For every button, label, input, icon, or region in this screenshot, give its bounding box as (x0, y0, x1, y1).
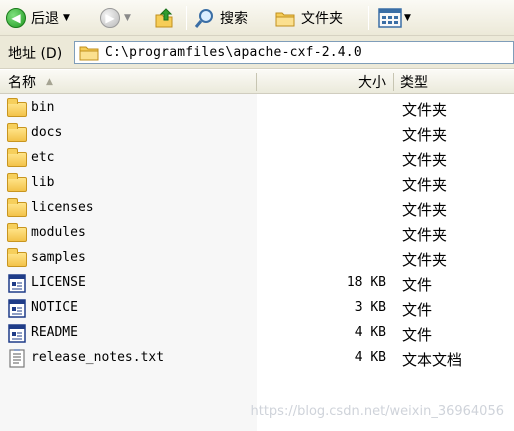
list-item[interactable]: NOTICE 3 KB 文件 (0, 296, 514, 321)
column-header-type-label: 类型 (400, 74, 428, 91)
file-type: 文件夹 (402, 251, 448, 269)
column-header-name[interactable]: 名称 ▲ (8, 70, 256, 93)
folders-label: 文件夹 (301, 11, 343, 27)
toolbar-separator (186, 6, 187, 30)
file-type: 文件夹 (402, 151, 448, 169)
list-item[interactable]: release_notes.txt 4 KB 文本文档 (0, 346, 514, 371)
column-divider[interactable] (256, 73, 257, 91)
back-arrow-icon: ◀ (6, 8, 26, 28)
column-header-size-label: 大小 (358, 74, 386, 91)
file-type: 文件夹 (402, 126, 448, 144)
views-dropdown-icon[interactable]: ▼ (404, 13, 411, 23)
file-name: README (31, 325, 78, 340)
list-item[interactable]: etc 文件夹 (0, 146, 514, 171)
list-item[interactable]: LICENSE 18 KB 文件 (0, 271, 514, 296)
column-header-type[interactable]: 类型 (400, 70, 514, 93)
file-icon (8, 324, 26, 343)
folder-icon (275, 12, 295, 27)
column-divider[interactable] (393, 73, 394, 91)
file-type: 文件夹 (402, 201, 448, 219)
address-path: C:\programfiles\apache-cxf-2.4.0 (105, 45, 362, 60)
file-name: etc (31, 150, 55, 165)
folder-icon (6, 198, 28, 218)
file-type: 文本文档 (402, 351, 463, 369)
folder-icon (6, 173, 28, 193)
forward-dropdown-icon[interactable]: ▼ (124, 13, 131, 23)
file-type: 文件 (402, 326, 433, 344)
search-label: 搜索 (220, 11, 248, 27)
list-item[interactable]: licenses 文件夹 (0, 196, 514, 221)
views-button[interactable]: ▼ (378, 5, 411, 31)
address-bar: 地址 (D) C:\programfiles\apache-cxf-2.4.0 (0, 36, 514, 69)
list-item[interactable]: docs 文件夹 (0, 121, 514, 146)
file-name: release_notes.txt (31, 350, 165, 365)
file-icon (8, 299, 26, 318)
file-type: 文件 (402, 301, 433, 319)
file-name: samples (31, 250, 86, 265)
folder-icon (6, 223, 28, 243)
file-size: 4 KB (354, 325, 386, 340)
file-name: modules (31, 225, 86, 240)
column-header-name-label: 名称 (8, 74, 36, 91)
forward-arrow-icon: ▶ (100, 8, 120, 28)
list-item[interactable]: lib 文件夹 (0, 171, 514, 196)
folders-button[interactable]: 文件夹 (274, 5, 343, 31)
column-header-size[interactable]: 大小 (258, 70, 392, 93)
file-name: NOTICE (31, 300, 78, 315)
sort-ascending-icon: ▲ (46, 76, 53, 87)
back-button[interactable]: ◀ 后退 ▼ (6, 5, 70, 31)
file-type: 文件夹 (402, 101, 448, 119)
toolbar: ◀ 后退 ▼ ▶ ▼ 搜索 文件夹 ▼ (0, 0, 514, 36)
file-name: lib (31, 175, 55, 190)
up-folder-button[interactable] (152, 5, 176, 31)
address-label: 地址 (D) (8, 46, 63, 62)
file-icon (8, 274, 26, 293)
file-name: bin (31, 100, 55, 115)
folder-icon (6, 123, 28, 143)
address-input[interactable]: C:\programfiles\apache-cxf-2.4.0 (74, 41, 514, 64)
file-name: licenses (31, 200, 94, 215)
file-size: 4 KB (354, 350, 386, 365)
file-type: 文件 (402, 276, 433, 294)
search-button[interactable]: 搜索 (194, 5, 248, 31)
file-type: 文件夹 (402, 226, 448, 244)
watermark: https://blog.csdn.net/weixin_36964056 (250, 404, 504, 419)
list-item[interactable]: samples 文件夹 (0, 246, 514, 271)
back-dropdown-icon[interactable]: ▼ (63, 13, 70, 23)
folder-icon (79, 46, 99, 61)
back-label: 后退 (31, 11, 59, 27)
folder-icon (6, 98, 28, 118)
toolbar-separator (368, 6, 369, 30)
list-item[interactable]: bin 文件夹 (0, 96, 514, 121)
text-document-icon (9, 349, 25, 368)
file-type: 文件夹 (402, 176, 448, 194)
file-list: bin 文件夹 docs 文件夹 etc 文件夹 lib 文件夹 license… (0, 94, 514, 431)
search-icon (194, 9, 213, 28)
views-grid-icon (378, 8, 402, 28)
list-item[interactable]: modules 文件夹 (0, 221, 514, 246)
folder-icon (6, 248, 28, 268)
column-headers: 名称 ▲ 大小 类型 (0, 70, 514, 94)
file-size: 3 KB (354, 300, 386, 315)
list-item[interactable]: README 4 KB 文件 (0, 321, 514, 346)
file-name: LICENSE (31, 275, 86, 290)
forward-button[interactable]: ▶ ▼ (100, 5, 131, 31)
up-folder-icon (155, 8, 173, 28)
file-name: docs (31, 125, 63, 140)
folder-icon (6, 148, 28, 168)
file-size: 18 KB (346, 275, 386, 290)
